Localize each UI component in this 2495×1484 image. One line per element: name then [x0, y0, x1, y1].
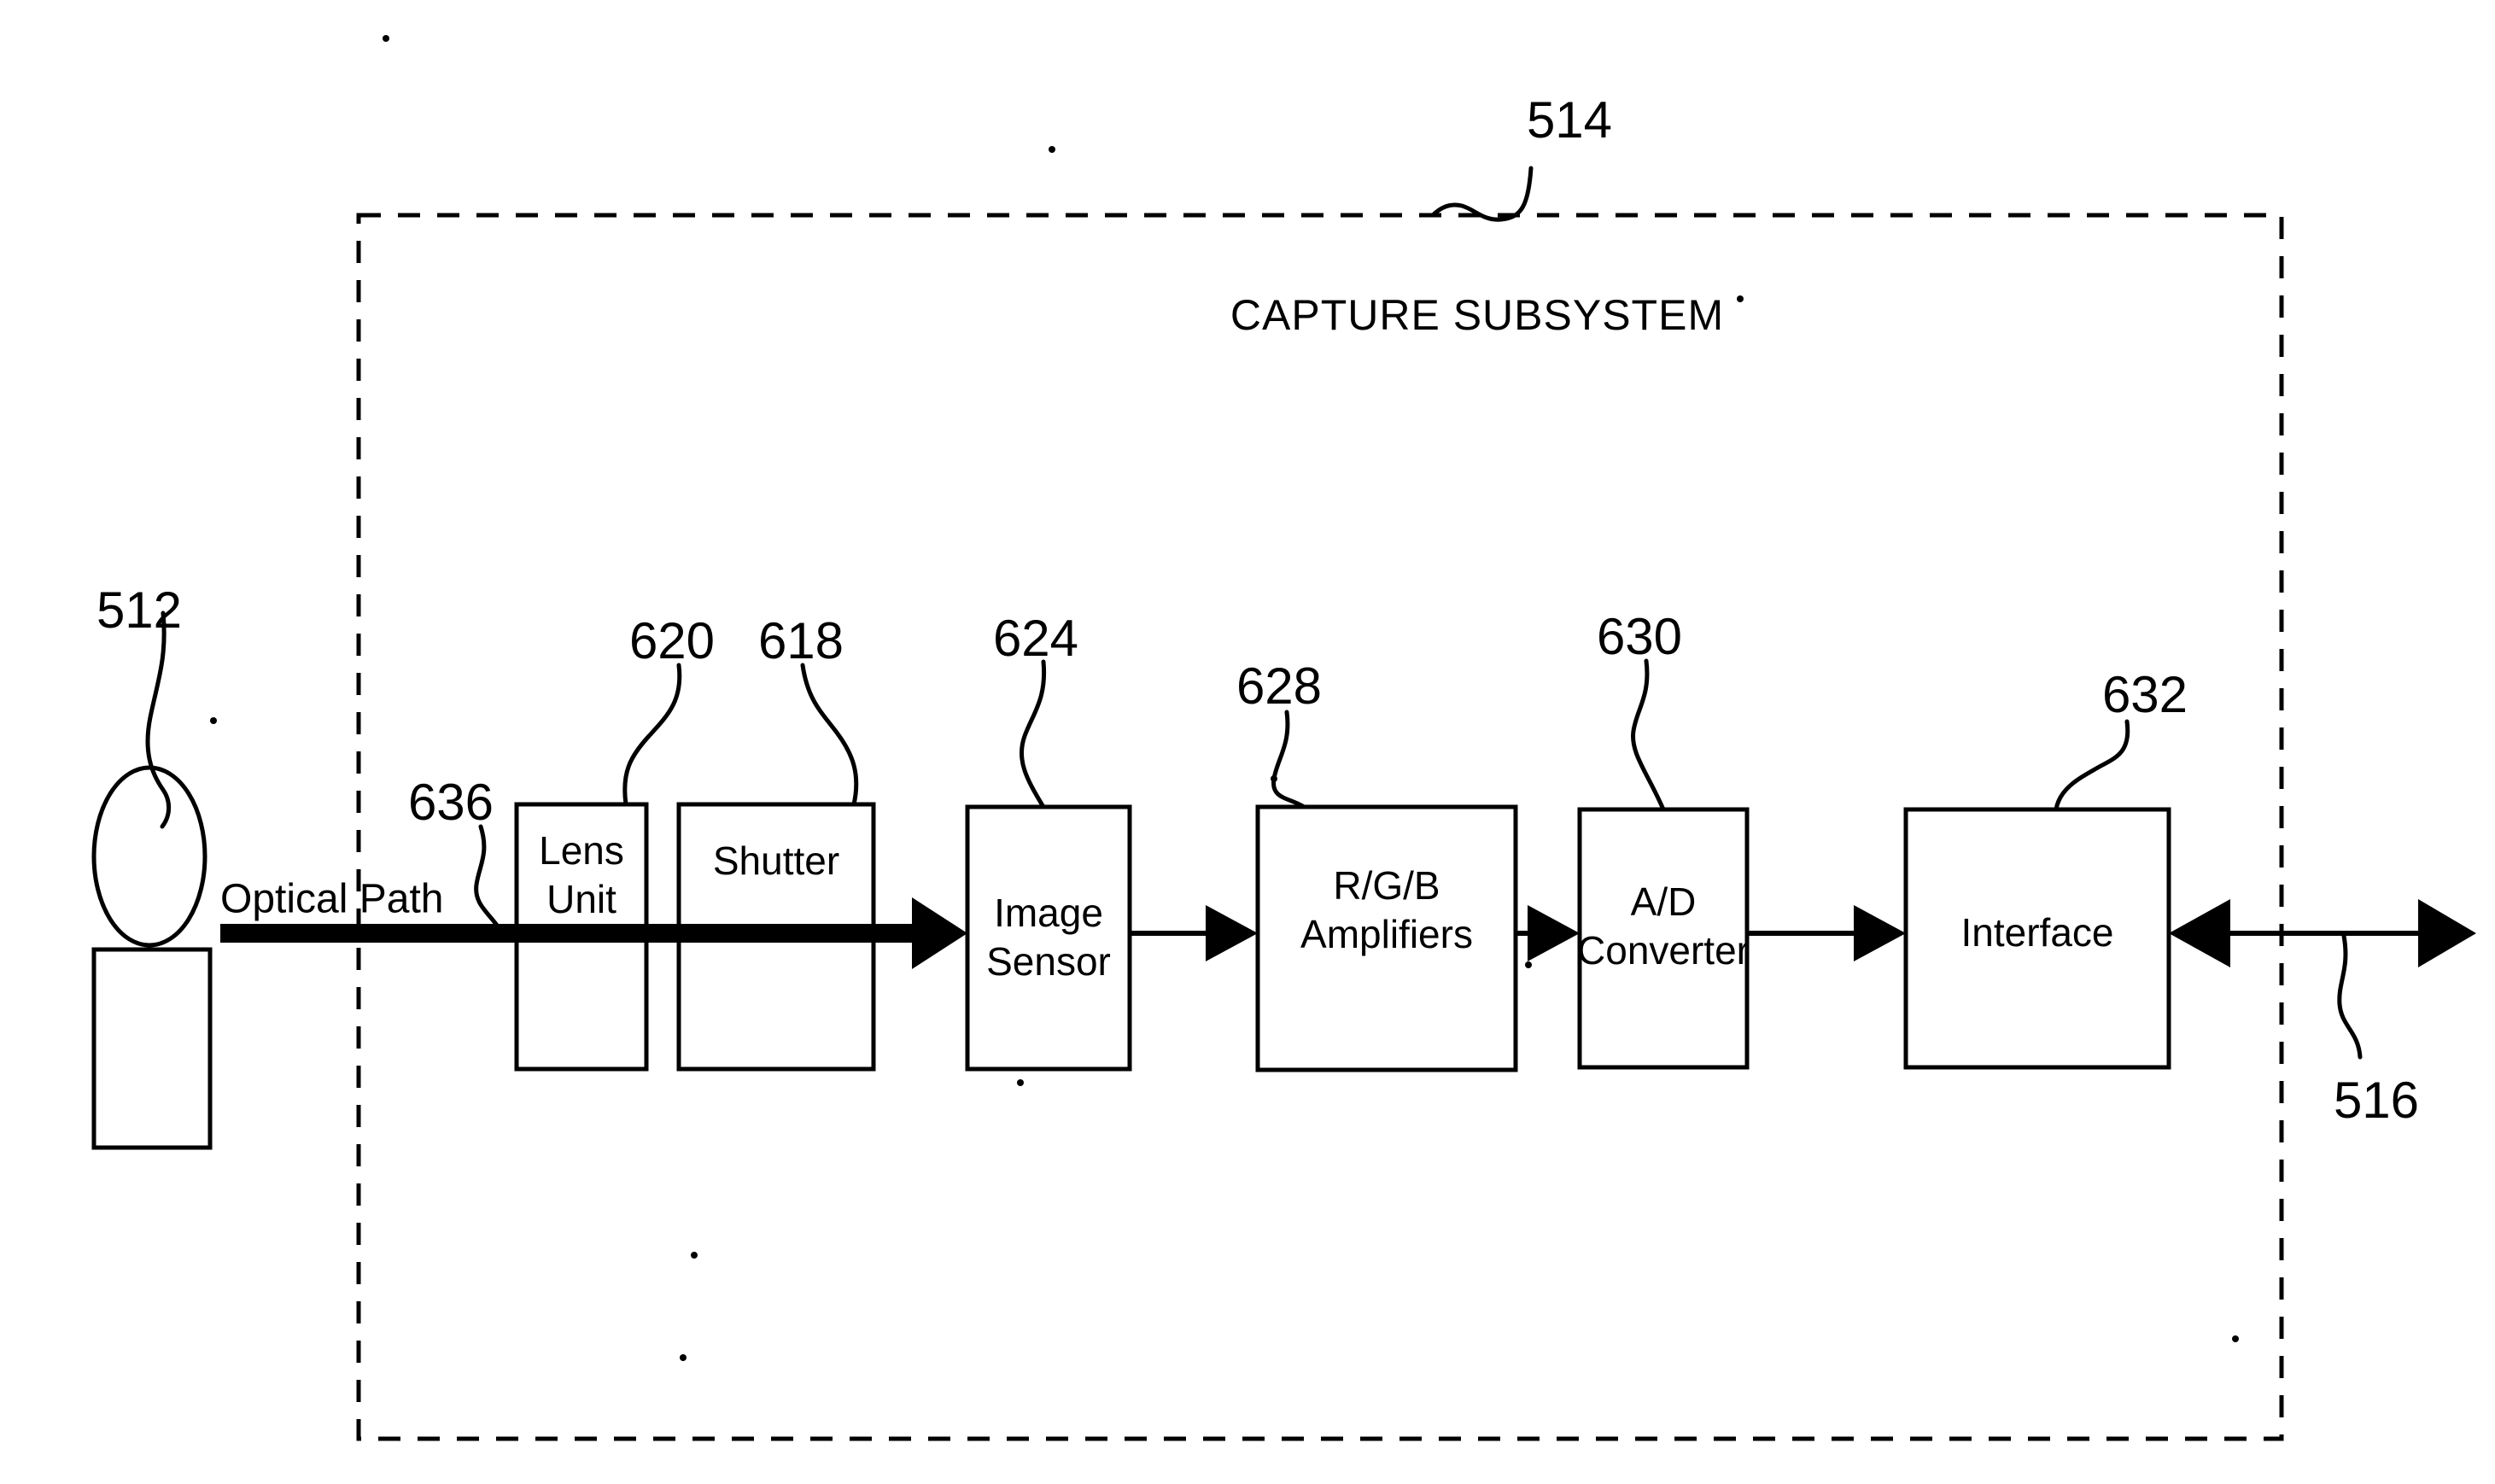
- block-ad-converter-label-line2: Converter: [1577, 928, 1750, 973]
- ref-number-636: 636: [408, 774, 494, 831]
- scan-speck: [383, 35, 389, 42]
- block-lens-unit-label-line1: Lens: [539, 828, 624, 873]
- optical-path-label: Optical Path: [220, 877, 443, 922]
- ref-number-512: 512: [96, 581, 182, 639]
- block-rgb-amplifiers-label-line2: Amplifiers: [1300, 912, 1473, 956]
- connector-sensor-to-amplifiers-arrowhead: [1206, 905, 1258, 961]
- external-arrowhead-right: [2418, 899, 2476, 967]
- connector-adc-to-interface-arrowhead: [1854, 905, 1906, 961]
- scan-speck: [1525, 961, 1532, 968]
- ref-618-leader-line: [800, 663, 859, 807]
- scan-speck: [210, 717, 217, 724]
- ref-514-leader-line: [1430, 166, 1534, 222]
- scan-speck: [680, 1354, 687, 1361]
- block-rgb-amplifiers-label-line1: R/G/B: [1333, 863, 1440, 908]
- scan-speck: [2232, 1335, 2239, 1342]
- block-image-sensor[interactable]: [965, 804, 1132, 1072]
- ref-632-leader-line: [2054, 719, 2130, 812]
- subject-body-shape: [91, 947, 213, 1150]
- block-ad-converter-label-line1: A/D: [1631, 879, 1697, 924]
- ref-number-624: 624: [993, 610, 1078, 667]
- connector-amplifiers-to-adc-arrowhead: [1528, 905, 1580, 961]
- scan-speck: [1017, 1079, 1024, 1086]
- ref-number-620: 620: [629, 612, 715, 669]
- subject-head-shape: [91, 765, 207, 948]
- ref-number-618: 618: [758, 612, 844, 669]
- figure-canvas: 514 CAPTURE SUBSYSTEM 512 Optical Path 6…: [0, 0, 2495, 1484]
- scan-speck: [691, 1252, 698, 1259]
- block-lens-unit-label-line2: Unit: [546, 877, 616, 921]
- ref-628-leader-line: [1271, 710, 1306, 809]
- ref-630-leader-line: [1631, 658, 1666, 812]
- patent-diagram-svg: 514 CAPTURE SUBSYSTEM 512 Optical Path 6…: [91, 35, 2476, 1441]
- external-arrowhead-left: [2169, 899, 2230, 967]
- ref-620-leader-line: [622, 663, 682, 807]
- ref-number-628: 628: [1236, 657, 1322, 715]
- ref-number-514: 514: [1527, 91, 1612, 149]
- block-interface-label-line1: Interface: [1961, 910, 2114, 955]
- scan-speck: [1049, 146, 1055, 153]
- ref-516-leader-line: [2337, 933, 2363, 1060]
- block-shutter-label-line1: Shutter: [713, 838, 839, 883]
- ref-number-516: 516: [2334, 1072, 2419, 1129]
- block-image-sensor-label-line2: Sensor: [986, 939, 1111, 984]
- ref-number-630: 630: [1597, 608, 1682, 665]
- block-image-sensor-label-line1: Image: [994, 891, 1103, 935]
- ref-624-leader-line: [1020, 659, 1047, 809]
- scan-speck: [1271, 775, 1277, 782]
- scan-speck: [1737, 295, 1744, 302]
- ref-number-632: 632: [2102, 666, 2188, 723]
- capture-subsystem-title: CAPTURE SUBSYSTEM: [1230, 291, 1724, 339]
- ref-636-leader-line: [474, 824, 500, 929]
